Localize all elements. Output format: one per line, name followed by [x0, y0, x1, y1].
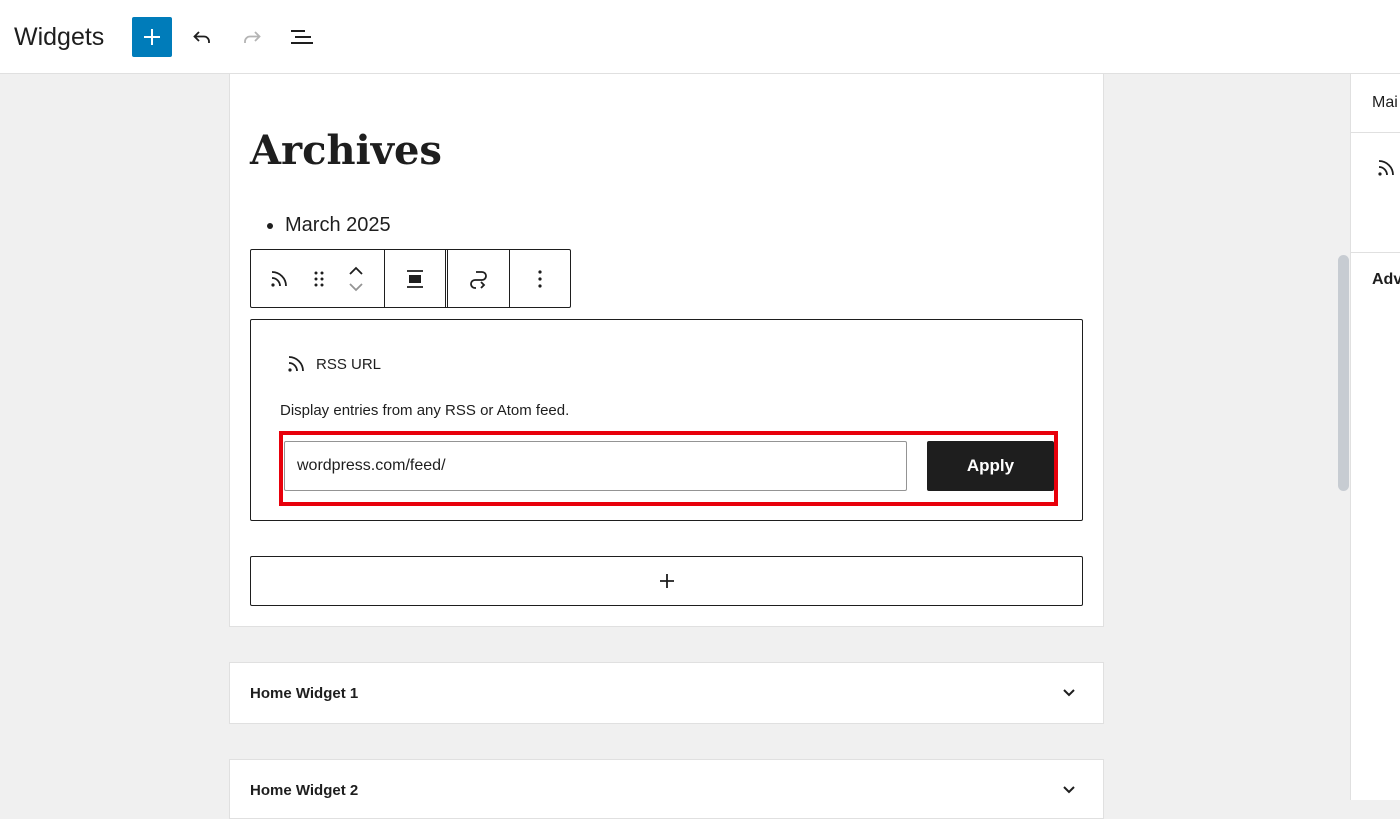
rss-block-placeholder: RSS URL Display entries from any RSS or …: [250, 319, 1083, 521]
rss-url-input[interactable]: [284, 441, 907, 491]
rss-label-row: RSS URL: [284, 352, 381, 376]
archives-heading: Archives: [250, 127, 442, 174]
widget-area-home-1[interactable]: Home Widget 1: [229, 662, 1104, 724]
redo-button[interactable]: [232, 17, 272, 57]
rss-description: Display entries from any RSS or Atom fee…: [280, 402, 570, 419]
archive-item[interactable]: March 2025: [285, 211, 391, 239]
toolbar-group-transform: [448, 250, 510, 307]
rss-icon: [1378, 160, 1394, 176]
canvas-scrollbar[interactable]: [1338, 255, 1349, 491]
block-type-button[interactable]: [251, 250, 307, 307]
redo-icon: [244, 31, 261, 43]
plus-icon: [144, 29, 160, 45]
rss-icon: [271, 270, 287, 287]
sidebar-divider: [1351, 252, 1400, 253]
chevron-down-icon: [1063, 786, 1075, 794]
drag-handle[interactable]: [307, 250, 331, 307]
toolbar-group-more: [510, 250, 570, 307]
align-wide-icon: [407, 269, 423, 288]
plus-icon: [659, 574, 674, 588]
add-block-appender[interactable]: [250, 556, 1083, 606]
sidebar-advanced-toggle[interactable]: Adv: [1372, 271, 1400, 289]
block-toolbar: [250, 249, 571, 308]
more-options-button[interactable]: [510, 250, 570, 307]
archive-list: March 2025: [250, 211, 391, 239]
chevron-down-icon: [1063, 689, 1075, 697]
widget-area-title: Home Widget 1: [250, 685, 359, 702]
page-title: Widgets: [14, 23, 105, 51]
list-view-icon: [291, 30, 313, 44]
undo-icon: [193, 31, 210, 43]
editor-header: Widgets: [0, 0, 1400, 74]
align-button[interactable]: [385, 250, 445, 307]
chevron-down-icon[interactable]: [348, 282, 364, 292]
toolbar-group-block: [251, 250, 385, 307]
list-view-button[interactable]: [282, 17, 322, 57]
loop-arrow-icon: [469, 270, 487, 289]
chevron-up-icon[interactable]: [348, 266, 364, 276]
toolbar-group-align: [385, 250, 448, 307]
transform-button[interactable]: [448, 250, 509, 307]
add-block-button[interactable]: [132, 17, 172, 57]
widget-area-card: Archives March 2025: [229, 74, 1104, 627]
apply-button[interactable]: Apply: [927, 441, 1054, 491]
widget-area-title: Home Widget 2: [250, 782, 359, 799]
widget-area-home-2[interactable]: Home Widget 2: [229, 759, 1104, 819]
undo-button[interactable]: [182, 17, 222, 57]
rss-icon: [288, 356, 304, 372]
sidebar-tab-main[interactable]: Mai: [1372, 94, 1398, 112]
block-mover: [339, 250, 373, 307]
settings-sidebar: Mai Adv: [1350, 74, 1400, 800]
rss-url-label: RSS URL: [316, 355, 382, 373]
sidebar-divider: [1351, 132, 1400, 133]
drag-handle-icon: [314, 271, 324, 286]
more-vertical-icon: [538, 269, 542, 288]
